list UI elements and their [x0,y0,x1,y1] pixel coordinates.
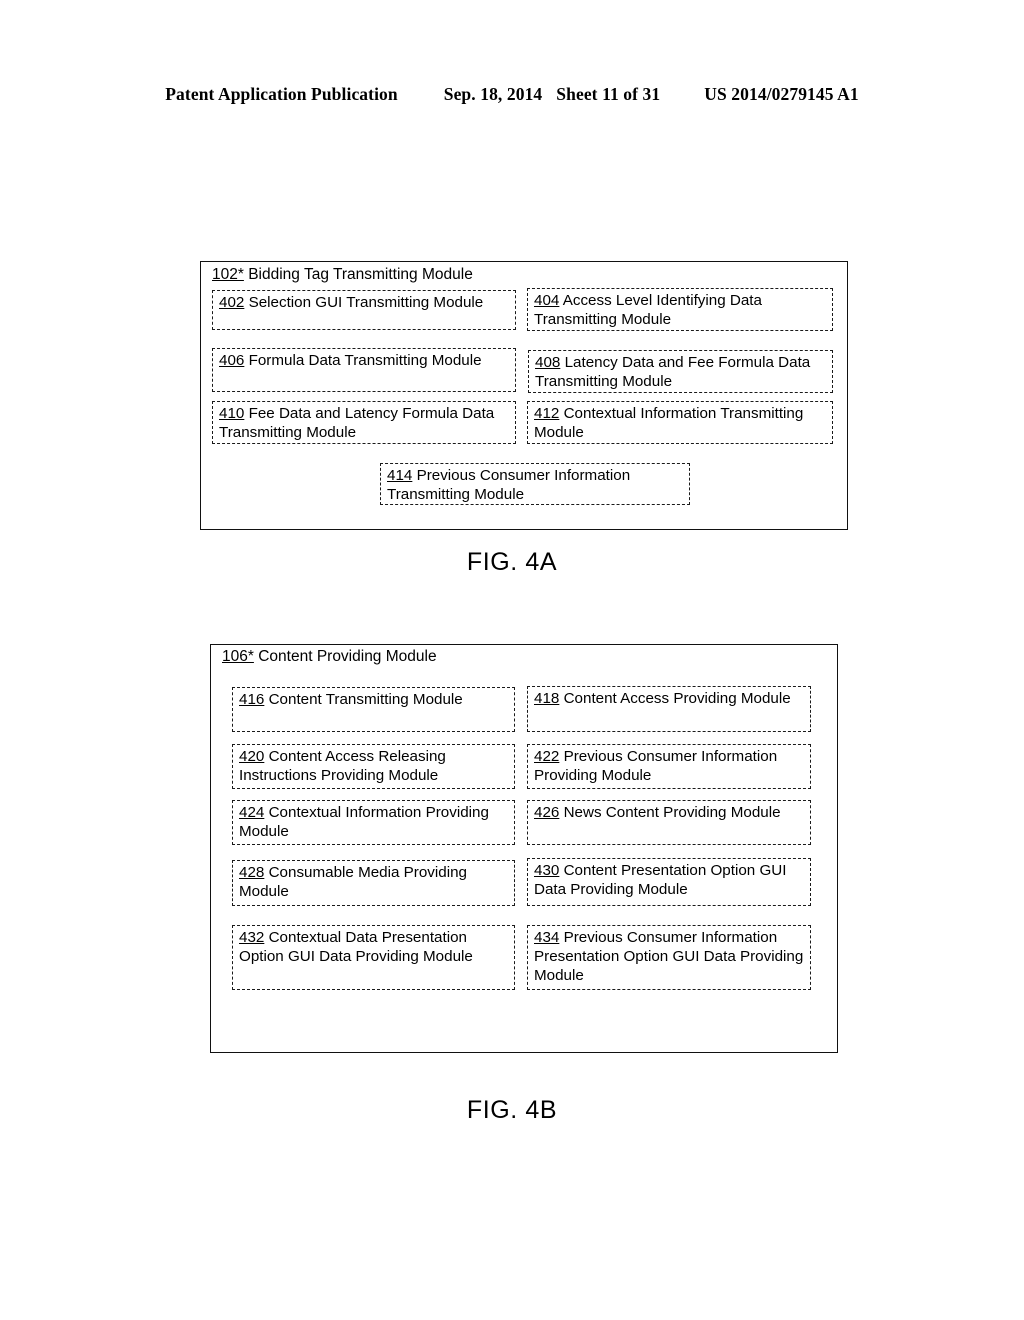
module-label-434: Previous Consumer Information Presentati… [534,929,804,984]
module-box-430: 430 Content Presentation Option GUI Data… [527,858,811,906]
module-box-420: 420 Content Access Releasing Instruction… [232,744,515,789]
module-label-406: Formula Data Transmitting Module [248,352,482,369]
ref-number-416: 416 [239,691,265,708]
module-box-402: 402 Selection GUI Transmitting Module [212,290,516,330]
module-box-432: 432 Contextual Data Presentation Option … [232,925,515,990]
ref-number-420: 420 [239,748,265,765]
module-label-430: Content Presentation Option GUI Data Pro… [534,862,787,898]
ref-number-402: 402 [219,294,245,311]
module-label-428: Consumable Media Providing Module [239,864,467,900]
ref-number-106: 106* [222,648,254,665]
ref-number-406: 406 [219,352,245,369]
module-box-418: 418 Content Access Providing Module [527,686,811,732]
module-label-418: Content Access Providing Module [563,690,791,707]
container-label-106: Content Providing Module [258,648,437,665]
ref-number-102: 102* [212,266,244,283]
header-publication-date: Sep. 18, 2014 [443,84,543,104]
figure-caption-4a: FIG. 4A [466,548,558,576]
module-label-416: Content Transmitting Module [268,691,463,708]
module-box-428: 428 Consumable Media Providing Module [232,860,515,906]
module-label-402: Selection GUI Transmitting Module [248,294,484,311]
container-title-106: 106* Content Providing Module [222,648,437,667]
module-label-426: News Content Providing Module [563,804,781,821]
module-box-408: 408 Latency Data and Fee Formula Data Tr… [528,350,833,393]
module-box-422: 422 Previous Consumer Information Provid… [527,744,811,789]
ref-number-412: 412 [534,405,560,422]
page-header: Patent Application Publication Sep. 18, … [0,84,1024,105]
module-box-426: 426 News Content Providing Module [527,800,811,845]
ref-number-418: 418 [534,690,560,707]
ref-number-434: 434 [534,929,560,946]
header-patent-number: US 2014/0279145 A1 [704,84,859,104]
ref-number-422: 422 [534,748,560,765]
module-box-406: 406 Formula Data Transmitting Module [212,348,516,392]
ref-number-410: 410 [219,405,245,422]
container-title-102: 102* Bidding Tag Transmitting Module [212,266,473,285]
module-label-420: Content Access Releasing Instructions Pr… [239,748,446,784]
module-label-404: Access Level Identifying Data Transmitti… [534,292,762,328]
header-publication-title: Patent Application Publication [165,84,398,104]
module-label-414: Previous Consumer Information Transmitti… [387,467,631,503]
figure-caption-4b: FIG. 4B [466,1096,558,1124]
ref-number-404: 404 [534,292,560,309]
ref-number-428: 428 [239,864,265,881]
module-label-410: Fee Data and Latency Formula Data Transm… [219,405,495,441]
module-box-404: 404 Access Level Identifying Data Transm… [527,288,833,331]
module-label-424: Contextual Information Providing Module [239,804,489,840]
module-box-424: 424 Contextual Information Providing Mod… [232,800,515,845]
module-box-414: 414 Previous Consumer Information Transm… [380,463,690,505]
ref-number-426: 426 [534,804,560,821]
module-label-422: Previous Consumer Information Providing … [534,748,778,784]
ref-number-432: 432 [239,929,265,946]
ref-number-424: 424 [239,804,265,821]
module-box-416: 416 Content Transmitting Module [232,687,515,732]
module-box-410: 410 Fee Data and Latency Formula Data Tr… [212,401,516,444]
module-box-434: 434 Previous Consumer Information Presen… [527,925,811,990]
ref-number-408: 408 [535,354,561,371]
container-label-102: Bidding Tag Transmitting Module [248,266,473,283]
ref-number-414: 414 [387,467,413,484]
module-label-408: Latency Data and Fee Formula Data Transm… [535,354,811,390]
module-label-432: Contextual Data Presentation Option GUI … [239,929,473,965]
module-box-412: 412 Contextual Information Transmitting … [527,401,833,444]
header-sheet-number: Sheet 11 of 31 [556,84,661,104]
ref-number-430: 430 [534,862,560,879]
module-label-412: Contextual Information Transmitting Modu… [534,405,804,441]
